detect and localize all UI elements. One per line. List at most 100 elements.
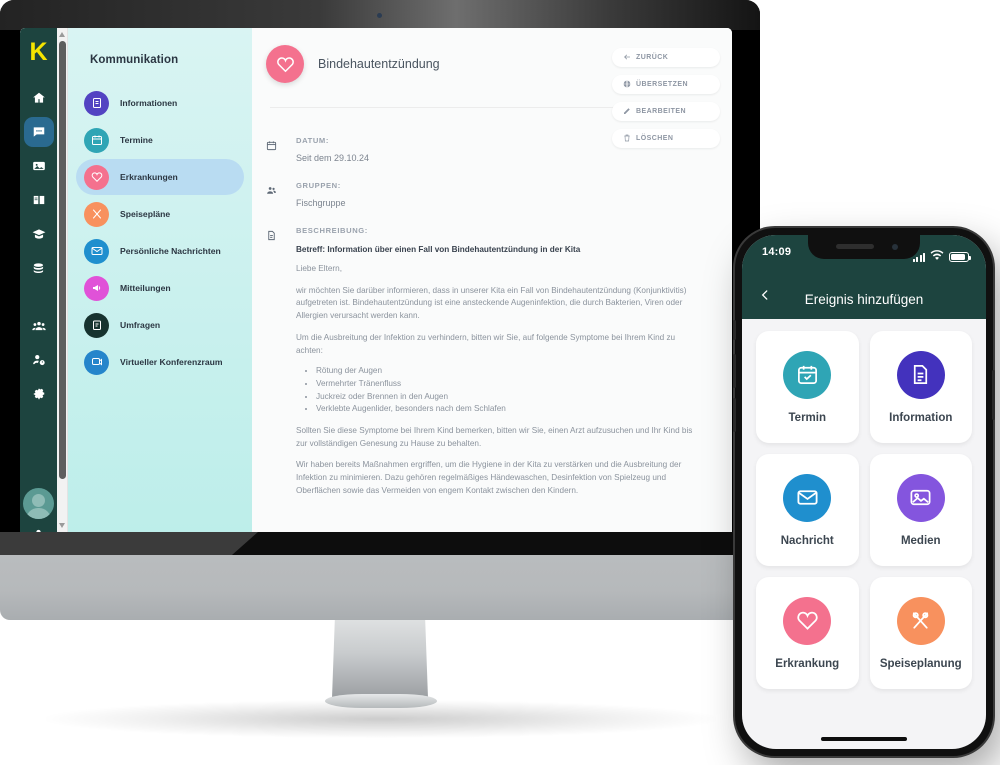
rail-item-groups[interactable] — [24, 311, 54, 341]
description-body: BESCHREIBUNG: Betreff: Information über … — [296, 226, 732, 498]
detail-row-gruppen: GRUPPEN: Fischgruppe — [266, 181, 732, 208]
delete-button[interactable]: LÖSCHEN — [612, 129, 720, 148]
monitor-top-bezel — [0, 0, 760, 30]
edit-button[interactable]: BEARBEITEN — [612, 102, 720, 121]
menu-item-informationen[interactable]: Informationen — [76, 85, 244, 121]
document-icon — [896, 350, 945, 399]
tile-label: Medien — [900, 534, 941, 547]
clipboard-icon — [84, 312, 109, 338]
rail-item-settings[interactable] — [24, 379, 54, 409]
document-icon — [266, 226, 296, 498]
book-icon — [32, 193, 46, 207]
image-icon — [896, 473, 945, 522]
menu-item-persoenliche-nachrichten[interactable]: Persönliche Nachrichten — [76, 233, 244, 269]
phone-notch — [808, 235, 920, 259]
list-item: Verklebte Augenlider, besonders nach dem… — [316, 403, 704, 416]
rail-item-communication[interactable] — [23, 117, 54, 147]
scrollbar-thumb[interactable] — [59, 41, 66, 479]
image-icon — [32, 159, 46, 173]
rail-item-account[interactable] — [20, 528, 57, 532]
monitor-stand-foot — [325, 694, 437, 708]
rail-item-finance[interactable] — [24, 253, 54, 283]
rail-item-documentation[interactable] — [24, 185, 54, 215]
translate-button-label: ÜBERSETZEN — [636, 81, 688, 88]
video-icon — [84, 349, 109, 375]
detail-value: Fischgruppe — [296, 198, 346, 208]
description-paragraph-2: Um die Ausbreitung der Infektion zu verh… — [296, 332, 676, 355]
tile-speiseplanung[interactable]: Speiseplanung — [869, 577, 972, 689]
avatar[interactable] — [23, 488, 54, 519]
app-logo: K — [29, 37, 48, 66]
detail-row-body: DATUM: Seit dem 29.10.24 — [296, 136, 369, 163]
signal-bars-icon — [912, 252, 925, 262]
menu-item-erkrankungen[interactable]: Erkrankungen — [76, 159, 244, 195]
chevron-left-icon[interactable] — [758, 288, 772, 310]
menu-item-umfragen[interactable]: Umfragen — [76, 307, 244, 343]
graduation-cap-icon — [32, 227, 46, 241]
desktop-monitor: K Kommunikation Informationen Termine Er… — [0, 0, 760, 555]
kita-web-app: K Kommunikation Informationen Termine Er… — [20, 28, 732, 532]
menu-item-speiseplaene[interactable]: Speisepläne — [76, 196, 244, 232]
rail-icon-list — [20, 83, 57, 409]
tile-medien[interactable]: Medien — [869, 454, 972, 566]
menu-title: Kommunikation — [90, 54, 179, 66]
arrow-left-icon — [623, 53, 631, 63]
menu-item-label: Speisepläne — [120, 209, 171, 219]
tile-label: Nachricht — [780, 534, 834, 547]
user-clock-icon — [32, 353, 46, 367]
pencil-icon — [623, 107, 631, 117]
action-buttons: ZURÜCK ÜBERSETZEN BEARBEITEN LÖSCHEN — [612, 48, 720, 156]
detail-value: Seit dem 29.10.24 — [296, 153, 370, 163]
users-icon — [266, 181, 296, 208]
translate-button[interactable]: ÜBERSETZEN — [612, 75, 720, 94]
detail-label: BESCHREIBUNG: — [296, 226, 368, 235]
monitor-chin — [0, 555, 760, 620]
home-icon — [32, 91, 46, 105]
symptom-list: Rötung der Augen Vermehrter Tränenfluss … — [316, 365, 704, 416]
page-title: Bindehautentzündung — [318, 57, 440, 71]
tile-information[interactable]: Information — [869, 331, 972, 443]
menu-item-label: Termine — [120, 135, 153, 145]
mute-switch[interactable] — [733, 320, 736, 340]
power-button[interactable] — [992, 370, 995, 420]
communication-menu-panel: Kommunikation Informationen Termine Erkr… — [68, 28, 252, 532]
rail-item-staff[interactable] — [24, 345, 54, 375]
desktop-screen: K Kommunikation Informationen Termine Er… — [20, 28, 732, 532]
phone-content: Termin Information Nachricht Medien Erkr… — [742, 319, 986, 689]
heart-pulse-icon — [783, 596, 832, 645]
list-item: Vermehrter Tränenfluss — [316, 378, 704, 391]
description-paragraph-4: Wir haben bereits Maßnahmen ergriffen, u… — [296, 460, 682, 495]
tile-termin[interactable]: Termin — [756, 331, 859, 443]
tile-erkrankung[interactable]: Erkrankung — [756, 577, 859, 689]
users-icon — [31, 319, 46, 333]
scroll-down-icon[interactable] — [59, 523, 65, 528]
back-button-label: ZURÜCK — [636, 54, 669, 61]
scroll-up-icon[interactable] — [59, 32, 65, 37]
phone-screen: 14:09 Ereignis hinzufügen Termin Informa… — [742, 235, 986, 749]
status-bar-indicators — [912, 248, 971, 266]
volume-up-button[interactable] — [733, 354, 736, 388]
menu-scrollbar[interactable] — [57, 28, 68, 532]
rail-item-home[interactable] — [24, 83, 54, 113]
menu-item-mitteilungen[interactable]: Mitteilungen — [76, 270, 244, 306]
volume-down-button[interactable] — [733, 398, 736, 432]
tile-label: Information — [889, 411, 953, 424]
menu-item-label: Umfragen — [120, 320, 161, 330]
menu-item-termine[interactable]: Termine — [76, 122, 244, 158]
document-icon — [84, 90, 109, 116]
detail-label: GRUPPEN: — [296, 181, 341, 190]
tile-label: Termin — [788, 411, 827, 424]
menu-item-virtueller-konferenzraum[interactable]: Virtueller Konferenzraum — [76, 344, 244, 380]
monitor-bottom-bezel — [0, 532, 760, 555]
rail-item-education[interactable] — [24, 219, 54, 249]
globe-icon — [623, 79, 631, 90]
phone-status-bar: 14:09 — [742, 235, 986, 279]
menu-item-label: Virtueller Konferenzraum — [120, 357, 223, 367]
home-indicator[interactable] — [821, 737, 907, 741]
gear-icon — [32, 387, 46, 401]
back-button[interactable]: ZURÜCK — [612, 48, 720, 67]
heart-pulse-icon — [266, 45, 304, 83]
rail-item-media[interactable] — [24, 151, 54, 181]
phone-page-title: Ereignis hinzufügen — [804, 291, 924, 307]
tile-nachricht[interactable]: Nachricht — [756, 454, 859, 566]
